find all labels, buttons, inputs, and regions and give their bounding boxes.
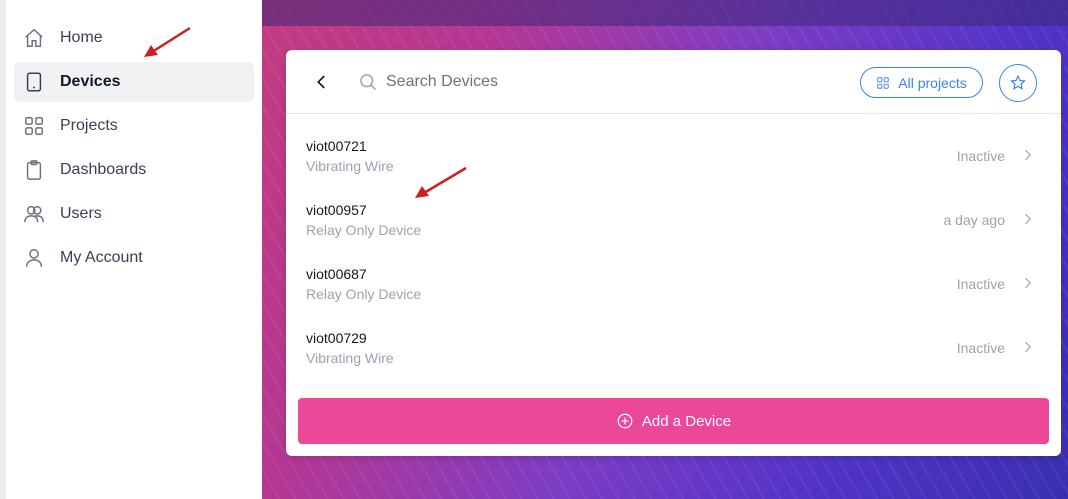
device-row[interactable]: viot00721 Vibrating Wire Inactive	[286, 122, 1061, 186]
chevron-right-icon	[1021, 212, 1035, 226]
panel-header: All projects	[286, 50, 1061, 114]
device-type: Vibrating Wire	[306, 350, 394, 366]
devices-panel: All projects viot00721 Vibrating Wire In…	[286, 50, 1061, 456]
device-type: Relay Only Device	[306, 286, 422, 302]
all-projects-label: All projects	[898, 74, 967, 91]
grid-icon	[22, 114, 46, 138]
sidebar-item-projects[interactable]: Projects	[14, 106, 254, 146]
device-status: Inactive	[956, 340, 1005, 356]
device-type: Vibrating Wire	[306, 158, 394, 174]
user-icon	[22, 246, 46, 270]
device-type: Relay Only Device	[306, 222, 422, 238]
chevron-right-icon	[1021, 276, 1035, 290]
sidebar-item-my-account[interactable]: My Account	[14, 238, 254, 278]
chevron-left-icon	[317, 75, 325, 89]
sidebar-item-label: Projects	[60, 117, 118, 134]
sidebar-item-label: Home	[60, 29, 103, 46]
star-icon	[1010, 74, 1026, 90]
device-row[interactable]: viot00957 Relay Only Device a day ago	[286, 186, 1061, 250]
device-status: Inactive	[956, 148, 1005, 164]
grid-icon	[876, 76, 890, 90]
users-icon	[22, 202, 46, 226]
device-name: viot00957	[306, 202, 367, 218]
sidebar-item-label: Dashboards	[60, 161, 147, 178]
plus-circle-icon	[616, 412, 634, 430]
sidebar-item-home[interactable]: Home	[14, 18, 254, 58]
device-row[interactable]: viot00729 Vibrating Wire Inactive	[286, 314, 1061, 378]
add-device-button[interactable]: Add a Device	[298, 398, 1049, 444]
device-row[interactable]: viot00687 Relay Only Device Inactive	[286, 250, 1061, 314]
device-status: Inactive	[956, 276, 1005, 292]
sidebar-item-dashboards[interactable]: Dashboards	[14, 150, 254, 190]
sidebar-item-label: My Account	[60, 249, 143, 266]
clipboard-icon	[22, 158, 46, 182]
search-icon	[358, 72, 378, 92]
search-input[interactable]	[386, 68, 806, 96]
device-status: a day ago	[943, 212, 1006, 228]
back-button[interactable]	[310, 70, 334, 94]
chevron-right-icon	[1021, 148, 1035, 162]
favorite-button[interactable]	[999, 64, 1037, 102]
sidebar-item-label: Users	[60, 205, 102, 222]
add-device-label: Add a Device	[641, 412, 732, 430]
chevron-right-icon	[1021, 340, 1035, 354]
device-name: viot00687	[306, 266, 367, 282]
tablet-icon	[22, 70, 46, 94]
sidebar-item-users[interactable]: Users	[14, 194, 254, 234]
sidebar-item-devices[interactable]: Devices	[14, 62, 254, 102]
all-projects-button[interactable]: All projects	[860, 67, 983, 98]
sidebar-item-label: Devices	[60, 73, 121, 90]
home-icon	[22, 26, 46, 50]
device-name: viot00721	[306, 138, 367, 154]
sidebar: Home Devices Projects Dashboards Users M…	[0, 0, 262, 499]
device-name: viot00729	[306, 330, 367, 346]
